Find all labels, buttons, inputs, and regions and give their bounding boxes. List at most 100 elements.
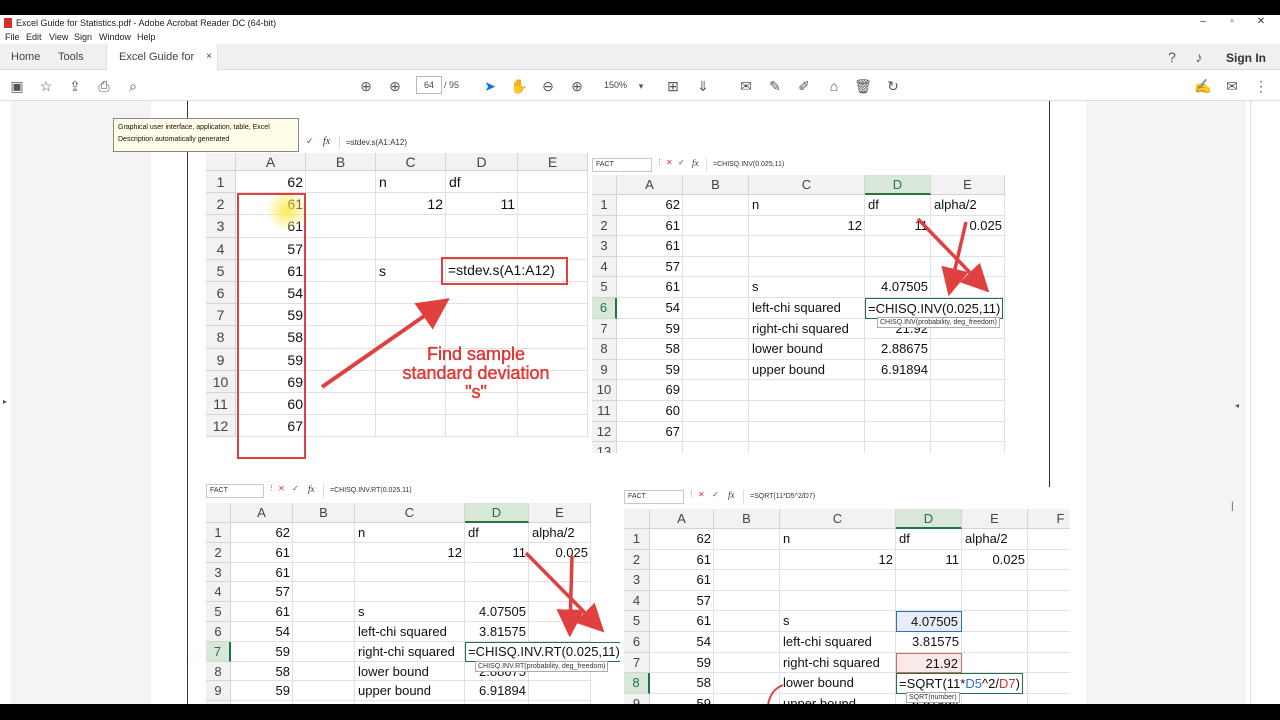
grid-cell[interactable] [896, 570, 962, 591]
row-header-10[interactable]: 10 [206, 370, 236, 393]
grid-cell[interactable] [446, 215, 518, 238]
expand-left-panel-icon[interactable]: ▸ [3, 397, 7, 406]
cell-a8[interactable]: 58 [650, 673, 714, 694]
cell-e1[interactable]: alpha/2 [931, 195, 1005, 216]
formula-text[interactable]: =CHISQ.INV.RT(0.025,11) [323, 484, 412, 498]
cell-a4[interactable]: 57 [650, 591, 714, 612]
grid-cell[interactable] [683, 421, 749, 443]
column-header-a[interactable]: A [650, 509, 714, 529]
cell-c1[interactable]: n [780, 529, 896, 550]
grid-cell[interactable] [465, 701, 529, 704]
close-window-icon[interactable]: ✕ [1254, 16, 1268, 30]
grid-cell[interactable] [376, 415, 446, 438]
grid-cell[interactable] [529, 582, 591, 603]
cell-c1[interactable]: n [376, 171, 446, 193]
cell-e2[interactable]: 0.025 [931, 216, 1005, 237]
stamp-icon[interactable]: ⌂ [825, 77, 843, 95]
fx-icon[interactable]: fx [323, 136, 330, 147]
cell-d1[interactable]: df [465, 523, 529, 543]
grid-cell[interactable] [780, 590, 896, 612]
cell-a7[interactable]: 59 [617, 319, 683, 340]
grid-cell[interactable] [714, 673, 780, 694]
name-box[interactable]: FACT [206, 484, 264, 498]
grid-cell[interactable] [293, 681, 355, 702]
row-header-1[interactable]: 1 [624, 529, 650, 550]
cell-d5[interactable]: 4.07505 [865, 277, 931, 298]
grid-cell[interactable] [376, 282, 446, 305]
grid-cell[interactable] [865, 442, 931, 453]
grid-cell[interactable] [293, 661, 355, 682]
fx-icon[interactable]: fx [692, 158, 699, 168]
cell-d2[interactable]: 11 [865, 216, 931, 237]
row-header-2[interactable]: 2 [206, 193, 236, 216]
row-header-4[interactable]: 4 [206, 582, 231, 603]
bell-icon[interactable]: ♪ [1190, 48, 1208, 66]
cell-a1[interactable]: 62 [650, 529, 714, 550]
grid-cell[interactable] [518, 304, 588, 327]
grid-cell[interactable] [518, 215, 588, 238]
cell-a4[interactable]: 57 [617, 257, 683, 278]
scroll-mode-icon[interactable]: ⇓ [694, 77, 712, 95]
grid-cell[interactable] [529, 681, 591, 702]
grid-cell[interactable] [306, 215, 376, 238]
cell-a3[interactable]: 61 [617, 236, 683, 257]
email-icon[interactable]: ✉ [1223, 77, 1241, 95]
grid-cell[interactable] [931, 380, 1005, 401]
select-tool-icon[interactable]: ➤ [481, 77, 499, 95]
row-header-1[interactable]: 1 [592, 195, 617, 216]
row-header-4[interactable]: 4 [624, 590, 650, 612]
select-all-corner[interactable] [624, 509, 650, 529]
cell-c1[interactable]: n [749, 195, 865, 216]
cell-c8[interactable]: lower bound [749, 339, 865, 360]
cell-d1[interactable]: df [865, 195, 931, 216]
cell-a6[interactable]: 54 [231, 622, 293, 642]
grid-cell[interactable] [714, 632, 780, 653]
column-header-d[interactable]: D [446, 153, 518, 171]
cell-c6[interactable]: left-chi squared [749, 298, 865, 319]
grid-cell[interactable] [1028, 550, 1070, 571]
row-header-12[interactable]: 12 [206, 415, 236, 438]
cell-a9[interactable]: 59 [231, 681, 293, 701]
grid-cell[interactable] [749, 256, 865, 278]
column-header-d[interactable]: D [465, 503, 529, 523]
column-header-a[interactable]: A [236, 153, 306, 171]
grid-cell[interactable] [1028, 673, 1070, 694]
grid-cell[interactable] [306, 393, 376, 416]
grid-cell[interactable] [376, 304, 446, 327]
grid-cell[interactable] [293, 701, 355, 704]
grid-cell[interactable] [355, 701, 465, 704]
cell-a3[interactable]: 61 [231, 563, 293, 583]
close-tab-icon[interactable]: × [206, 44, 212, 70]
cell-d6[interactable]: 3.81575 [465, 622, 529, 642]
grid-cell[interactable] [1028, 570, 1070, 591]
grid-cell[interactable] [749, 380, 865, 401]
grid-cell[interactable] [306, 370, 376, 393]
cell-c7[interactable]: right-chi squared [780, 653, 896, 674]
grid-cell[interactable] [518, 171, 588, 194]
grid-cell[interactable] [931, 256, 1005, 278]
cell-c2[interactable]: 12 [749, 216, 865, 237]
grid-cell[interactable] [749, 236, 865, 257]
cell-a8[interactable]: 58 [231, 662, 293, 682]
grid-cell[interactable] [931, 277, 1005, 298]
formula-menu-icon[interactable]: ⋮ [268, 484, 275, 492]
enter-icon[interactable]: ✓ [292, 484, 299, 493]
grid-cell[interactable] [293, 602, 355, 622]
row-header-7[interactable]: 7 [592, 318, 617, 340]
column-header-d[interactable]: D [896, 509, 962, 529]
draw-icon[interactable]: ✐ [795, 77, 813, 95]
left-panel-toggle[interactable]: ▸ [0, 101, 11, 704]
grid-cell[interactable] [518, 193, 588, 216]
row-header-3[interactable]: 3 [206, 562, 231, 583]
row-header-7[interactable]: 7 [206, 641, 231, 662]
save-icon[interactable]: ▣ [8, 77, 26, 95]
cell-a10[interactable]: 69 [231, 701, 293, 704]
print-icon[interactable]: ⎙ [95, 77, 113, 95]
help-icon[interactable]: ? [1163, 48, 1181, 66]
grid-cell[interactable] [749, 421, 865, 443]
cell-d2[interactable]: 11 [465, 543, 529, 563]
grid-cell[interactable] [293, 582, 355, 603]
name-box[interactable]: FACT [624, 490, 684, 504]
select-all-corner[interactable] [592, 175, 617, 195]
cell-c2[interactable]: 12 [780, 550, 896, 571]
